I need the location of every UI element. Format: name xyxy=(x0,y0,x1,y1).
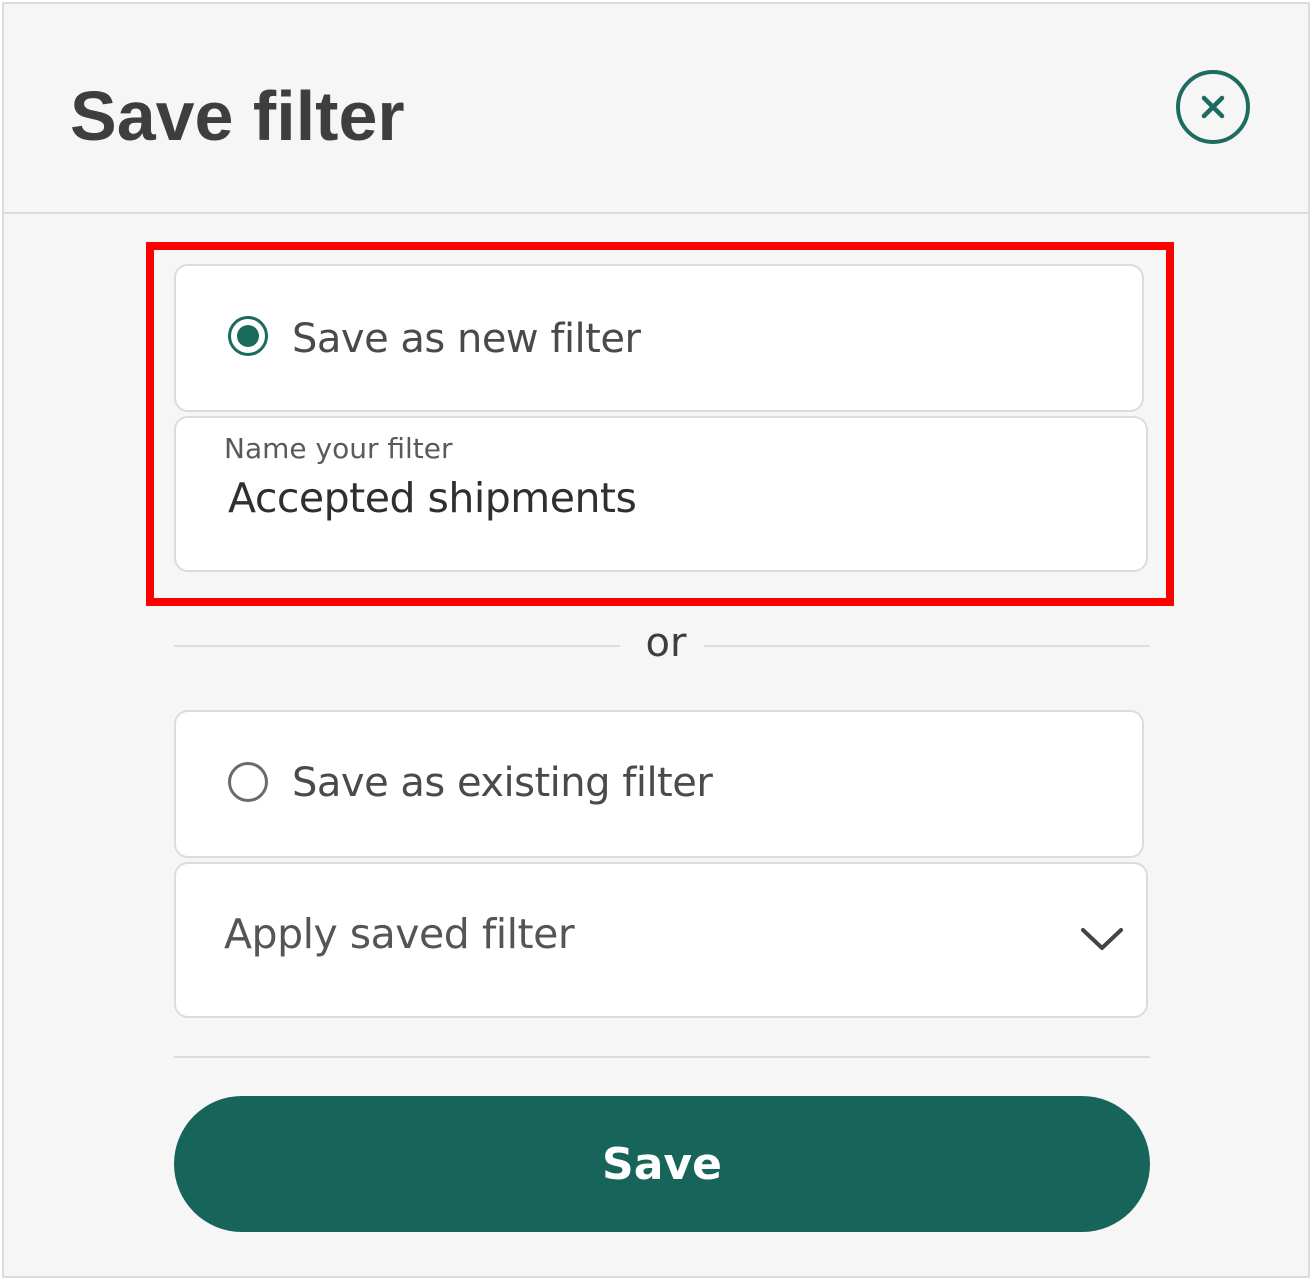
filter-name-input[interactable]: Accepted shipments xyxy=(228,474,637,522)
existing-filter-label: Save as existing filter xyxy=(292,760,713,806)
existing-filter-radio[interactable] xyxy=(228,762,268,802)
new-filter-radio[interactable] xyxy=(228,316,268,356)
dialog-header: Save filter xyxy=(4,4,1308,214)
saved-filter-select-placeholder: Apply saved filter xyxy=(224,910,575,958)
saved-filter-select[interactable]: Apply saved filter xyxy=(174,862,1148,1018)
save-as-new-filter-option[interactable]: Save as new filter xyxy=(174,264,1144,412)
footer-divider xyxy=(174,1056,1150,1058)
save-button[interactable]: Save xyxy=(174,1096,1150,1232)
or-separator: or xyxy=(645,620,687,666)
or-divider-left xyxy=(174,645,620,647)
or-divider-right xyxy=(704,645,1150,647)
save-filter-dialog: Save filter Save as new filter Name your… xyxy=(2,2,1310,1278)
close-button[interactable] xyxy=(1176,70,1250,144)
save-as-existing-filter-option[interactable]: Save as existing filter xyxy=(174,710,1144,858)
dialog-title: Save filter xyxy=(70,77,405,155)
filter-name-field[interactable]: Name your filter Accepted shipments xyxy=(174,416,1148,572)
chevron-down-icon xyxy=(1081,928,1123,950)
new-filter-label: Save as new filter xyxy=(292,316,641,362)
filter-name-label: Name your filter xyxy=(224,432,453,465)
close-icon xyxy=(1201,95,1225,119)
